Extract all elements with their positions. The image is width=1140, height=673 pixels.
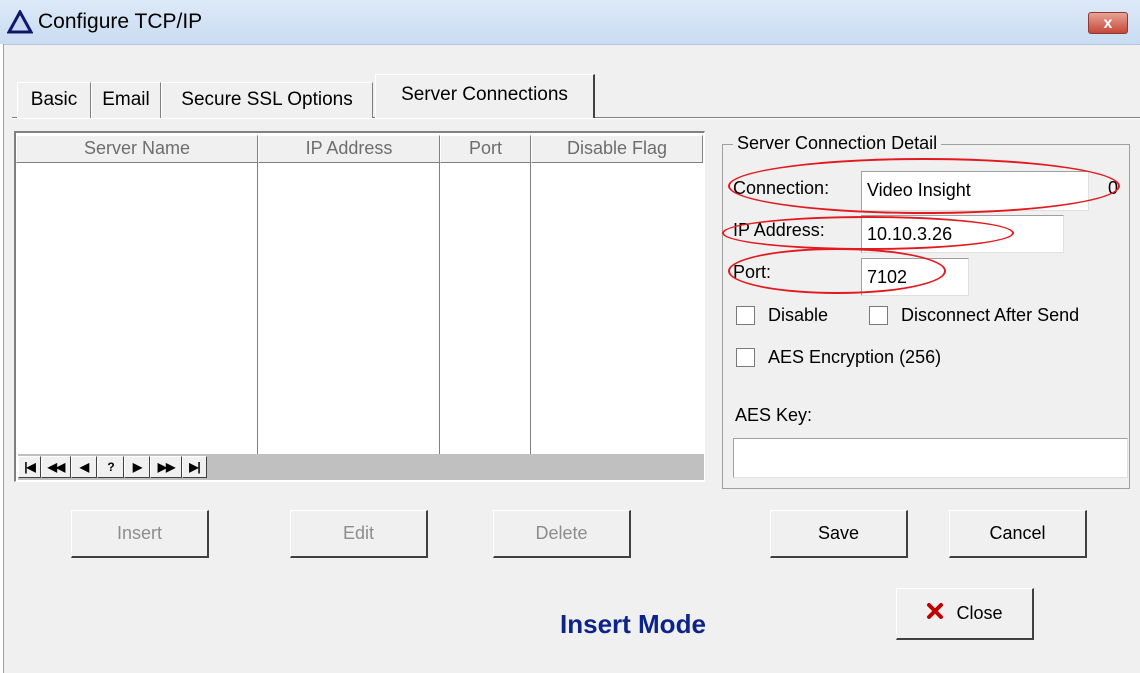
- delete-button[interactable]: Delete: [493, 510, 631, 558]
- server-connections-grid[interactable]: Server Name IP Address Port Disable Flag…: [14, 131, 705, 482]
- column-divider: [257, 163, 258, 454]
- nav-prior-page-button[interactable]: ◀◀: [41, 456, 71, 478]
- tab-strip-line-shadow: [595, 117, 1140, 118]
- annotation-ellipse-ip-address: [722, 216, 1014, 250]
- column-divider: [530, 163, 531, 454]
- column-header-server-name[interactable]: Server Name: [16, 135, 258, 163]
- window-title: Configure TCP/IP: [38, 10, 203, 33]
- tab-server-connections[interactable]: Server Connections: [375, 74, 595, 118]
- disable-label: Disable: [768, 305, 829, 325]
- window-close-button[interactable]: x: [1088, 12, 1128, 34]
- aes-key-field[interactable]: [733, 438, 1128, 478]
- disconnect-after-send-label: Disconnect After Send: [901, 305, 1080, 325]
- save-button[interactable]: Save: [770, 510, 908, 558]
- nav-first-button[interactable]: |◀: [18, 456, 41, 478]
- column-header-disable-flag[interactable]: Disable Flag: [531, 135, 703, 163]
- nav-help-button[interactable]: ?: [97, 456, 124, 478]
- column-header-port[interactable]: Port: [440, 135, 531, 163]
- column-divider: [439, 163, 440, 454]
- annotation-ellipse-port: [728, 248, 946, 294]
- window-left-border: [0, 44, 4, 673]
- close-button[interactable]: Close: [896, 588, 1034, 640]
- aes-key-label: AES Key:: [735, 405, 813, 425]
- triangle-icon: [7, 10, 33, 34]
- insert-button[interactable]: Insert: [71, 510, 209, 558]
- aes-encryption-label: AES Encryption (256): [768, 347, 942, 367]
- cancel-button[interactable]: Cancel: [949, 510, 1087, 558]
- nav-last-button[interactable]: ▶|: [182, 456, 207, 478]
- disconnect-after-send-checkbox[interactable]: [869, 306, 888, 325]
- tab-email[interactable]: Email: [91, 82, 161, 118]
- mode-status-text: Insert Mode: [560, 609, 706, 639]
- edit-button[interactable]: Edit: [290, 510, 428, 558]
- group-title: Server Connection Detail: [733, 133, 942, 154]
- tab-basic[interactable]: Basic: [17, 82, 91, 118]
- disable-checkbox[interactable]: [736, 306, 755, 325]
- tab-secure-ssl-options[interactable]: Secure SSL Options: [161, 82, 373, 118]
- nav-prior-button[interactable]: ◀: [71, 456, 97, 478]
- annotation-ellipse-connection: [728, 158, 1120, 214]
- nav-next-button[interactable]: ▶: [124, 456, 150, 478]
- tab-strip-line: [12, 118, 1140, 119]
- nav-next-page-button[interactable]: ▶▶: [150, 456, 182, 478]
- grid-navigator-bar: |◀ ◀◀ ◀ ? ▶ ▶▶ ▶|: [18, 454, 704, 480]
- column-header-ip-address[interactable]: IP Address: [258, 135, 440, 163]
- title-bar: Configure TCP/IP x: [0, 0, 1140, 45]
- close-button-label: Close: [956, 603, 1003, 623]
- aes-encryption-checkbox[interactable]: [736, 348, 755, 367]
- close-x-icon: [926, 590, 944, 638]
